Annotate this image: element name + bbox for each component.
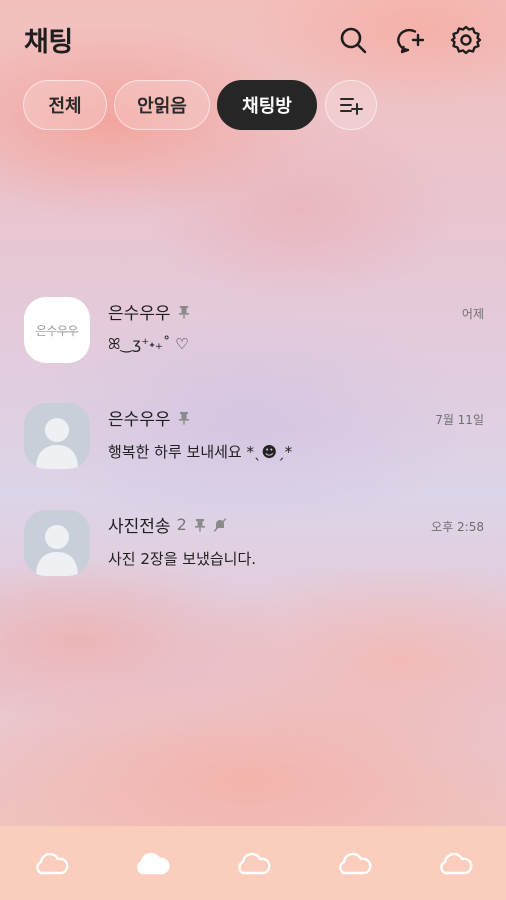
cloud-icon xyxy=(137,852,170,875)
member-count: 2 xyxy=(176,515,187,534)
chat-row[interactable]: 사진전송 2 오후 2:58 사진 2장을 보냈습니다. xyxy=(0,510,506,600)
filter-chip-label: 전체 xyxy=(48,96,82,117)
filter-chip-label: 안읽음 xyxy=(137,96,187,117)
nav-item-5[interactable] xyxy=(425,838,485,888)
chat-preview: 사진 2장을 보냈습니다. xyxy=(108,550,257,568)
chat-name: 은수우우 xyxy=(108,410,171,430)
mute-icon xyxy=(213,517,227,532)
pin-icon xyxy=(177,305,191,319)
avatar xyxy=(24,510,90,576)
chat-preview: 행복한 하루 보내세요 *ˎ☻ˏ* xyxy=(108,443,293,461)
new-chat-icon[interactable] xyxy=(393,24,425,56)
nav-item-1[interactable] xyxy=(21,838,81,888)
pin-icon xyxy=(177,411,191,425)
cloud-icon xyxy=(440,852,473,875)
cloud-icon xyxy=(339,852,372,875)
filter-chip-all[interactable]: 전체 xyxy=(23,80,107,130)
nav-item-3[interactable] xyxy=(223,838,283,888)
chat-row[interactable]: 은수우우 7월 11일 행복한 하루 보내세요 *ˎ☻ˏ* xyxy=(0,403,506,493)
page-title: 채팅 xyxy=(24,27,73,58)
gear-icon[interactable] xyxy=(450,24,482,56)
cloud-icon xyxy=(238,852,271,875)
filter-chip-label: 채팅방 xyxy=(242,96,292,117)
avatar xyxy=(24,403,90,469)
cloud-icon xyxy=(35,852,69,875)
chat-name-line: 은수우우 xyxy=(108,405,191,430)
search-icon[interactable] xyxy=(337,24,369,56)
chat-row[interactable]: 은수우우 은수우우 어제 ꕤ‿ʒ⁺˖₊˚ ♡ xyxy=(0,297,506,387)
nav-item-4[interactable] xyxy=(324,838,384,888)
chat-name-line: 은수우우 xyxy=(108,299,191,324)
chat-name: 사진전송 xyxy=(108,517,171,537)
filter-chip-unread[interactable]: 안읽음 xyxy=(114,80,210,130)
edit-filter-button[interactable] xyxy=(325,80,377,130)
list-add-icon xyxy=(340,98,363,115)
chat-time: 7월 11일 xyxy=(435,413,484,427)
chat-name-line: 사진전송 2 xyxy=(108,512,227,537)
chat-time: 오후 2:58 xyxy=(431,520,484,534)
chat-name: 은수우우 xyxy=(108,304,171,324)
avatar: 은수우우 xyxy=(24,297,90,363)
pin-icon xyxy=(193,518,207,532)
bottom-navigation xyxy=(0,826,506,900)
nav-item-2[interactable] xyxy=(122,838,182,888)
filter-chip-chatrooms[interactable]: 채팅방 xyxy=(217,80,317,130)
chat-preview: ꕤ‿ʒ⁺˖₊˚ ♡ xyxy=(108,335,189,353)
chat-time: 어제 xyxy=(461,307,484,321)
